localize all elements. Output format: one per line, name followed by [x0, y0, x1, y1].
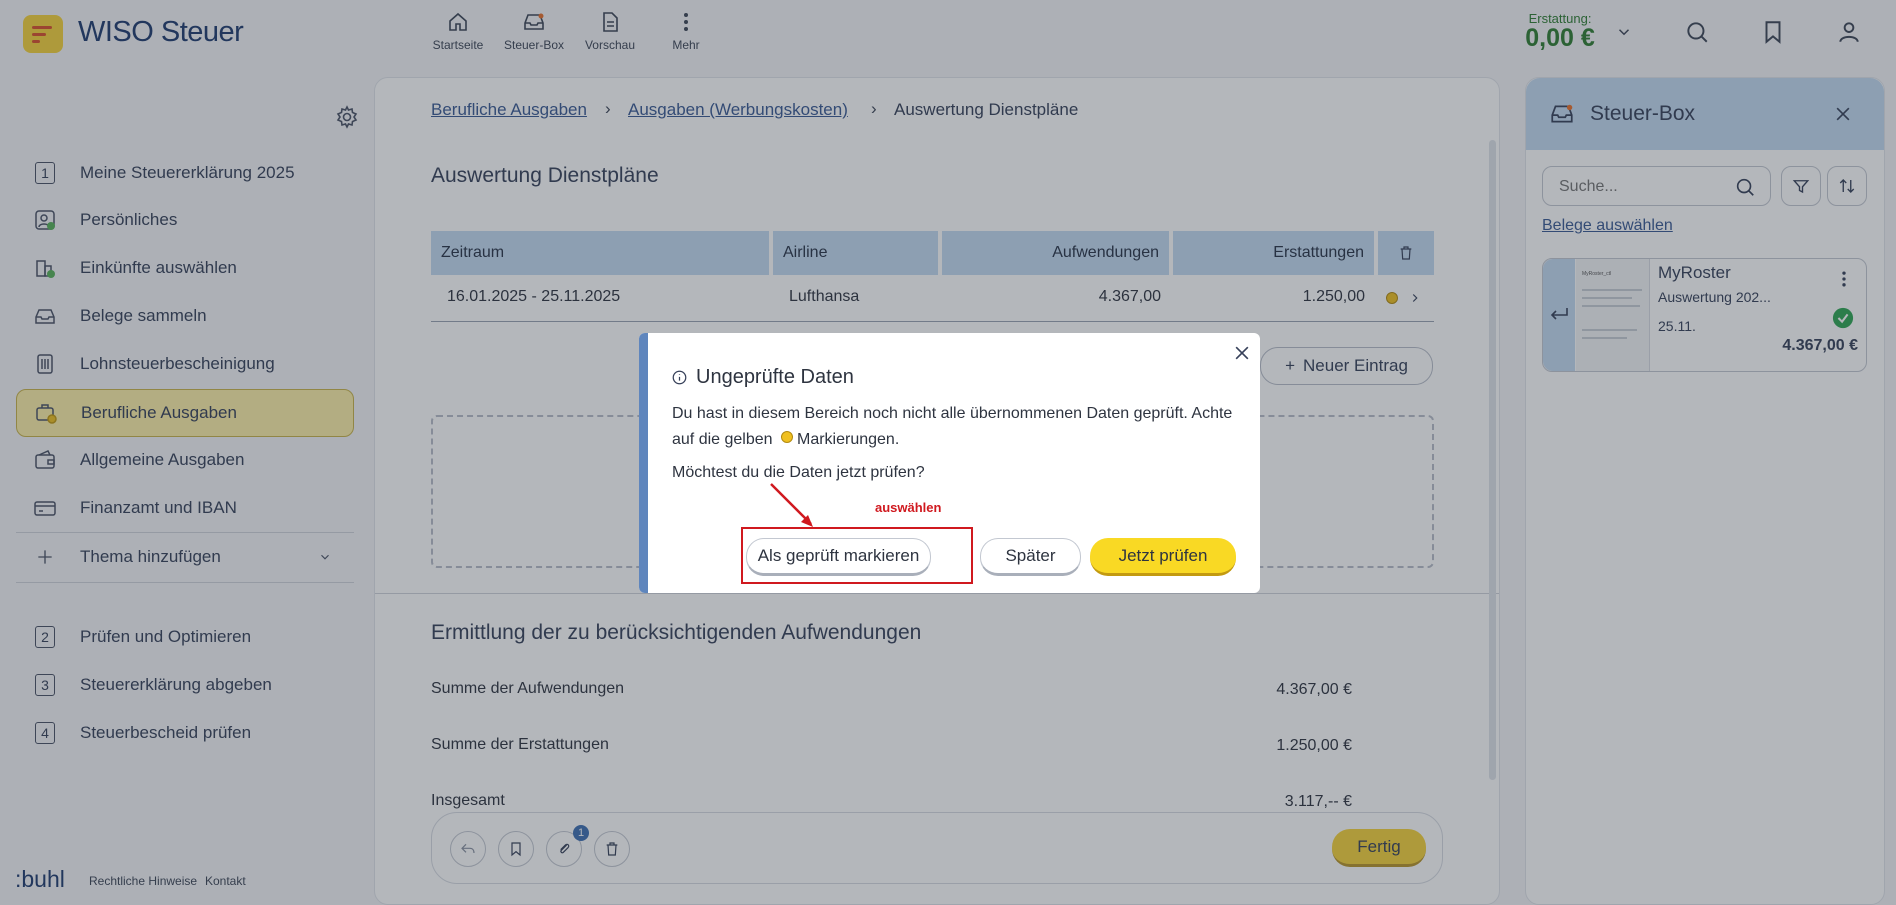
- yellow-marker-icon: [780, 431, 793, 443]
- close-icon[interactable]: [1232, 343, 1252, 363]
- dialog-body: Du hast in diesem Bereich noch nicht all…: [672, 401, 1237, 453]
- dialog-title: Ungeprüfte Daten: [696, 366, 854, 388]
- dialog-accent-stripe: [639, 333, 648, 593]
- dialog-body-text-end: Markierungen.: [796, 431, 900, 448]
- check-now-button[interactable]: Jetzt prüfen: [1090, 538, 1236, 576]
- annotation-highlight-box: [741, 527, 973, 584]
- app-window: WISO Steuer Startseite Steuer-Box Vorsch…: [0, 0, 1896, 905]
- later-button[interactable]: Später: [980, 538, 1081, 576]
- annotation-label: auswählen: [875, 500, 942, 515]
- annotation-arrow-icon: [770, 483, 813, 527]
- dialog-body-text: Du hast in diesem Bereich noch nicht all…: [672, 405, 1233, 448]
- info-icon: [672, 370, 687, 385]
